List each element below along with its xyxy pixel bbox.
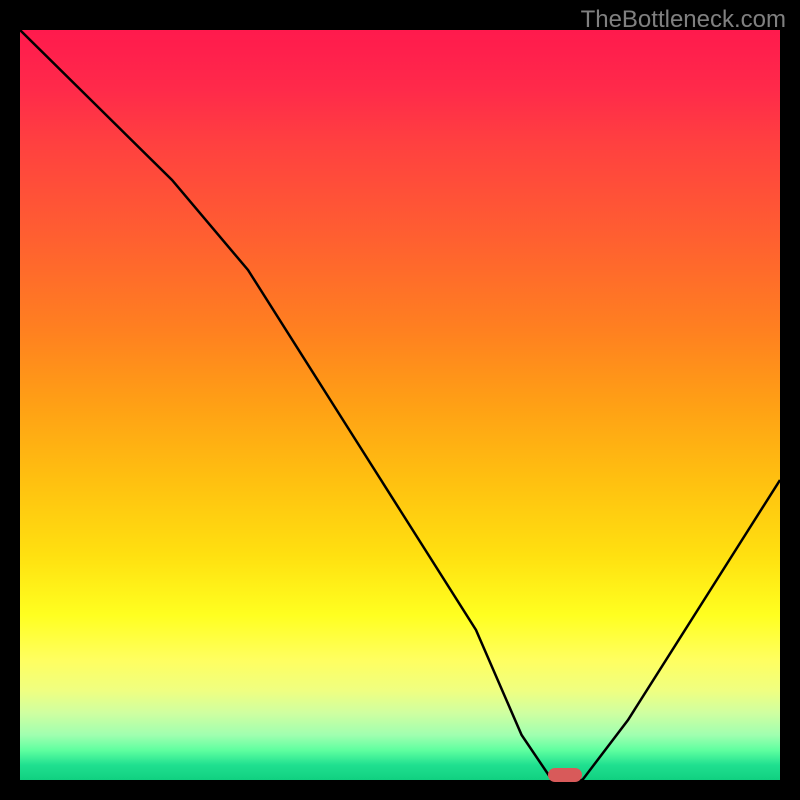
plot-area: [20, 30, 780, 780]
optimal-marker: [548, 768, 582, 782]
bottleneck-curve: [20, 30, 780, 780]
watermark-text: TheBottleneck.com: [581, 6, 786, 34]
